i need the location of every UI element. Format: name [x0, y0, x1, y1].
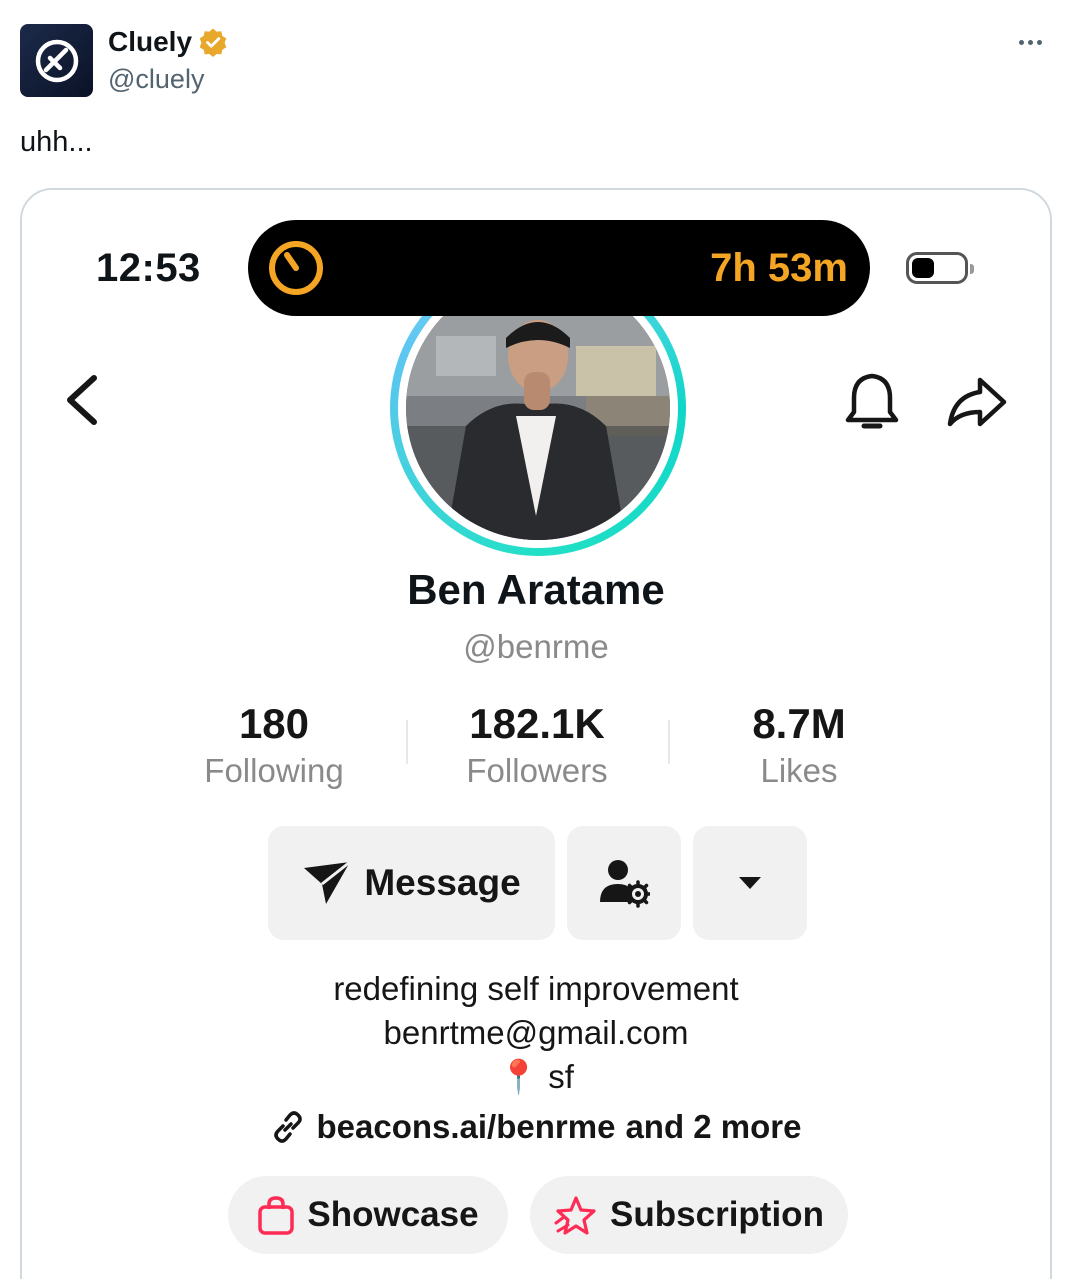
verified-badge-icon: [199, 28, 227, 57]
stat-divider: [668, 720, 670, 764]
bio-links[interactable]: beacons.ai/benrme and 2 more: [22, 1108, 1050, 1146]
showcase-button[interactable]: Showcase: [228, 1176, 508, 1254]
timer-icon: [269, 241, 323, 295]
send-icon: [304, 860, 352, 904]
more-icon[interactable]: [1010, 28, 1050, 56]
status-time: 12:53: [96, 246, 201, 290]
tweet-media[interactable]: 12:53 7h 53m Ben Aratame @benrme 180 Fol…: [20, 188, 1052, 1279]
stat-followers-label: Followers: [466, 752, 608, 789]
bio-more-links[interactable]: and 2 more: [625, 1108, 801, 1146]
stat-divider: [406, 720, 408, 764]
stat-following-label: Following: [204, 752, 344, 789]
back-button[interactable]: [60, 372, 104, 428]
pin-icon: 📍: [498, 1058, 540, 1095]
subscription-label: Subscription: [610, 1195, 824, 1234]
stat-likes[interactable]: 8.7M Likes: [689, 700, 909, 790]
star-icon: [554, 1196, 596, 1235]
cluely-logo-mark: [35, 39, 78, 82]
tweet-text: uhh...: [20, 126, 93, 158]
bio-link[interactable]: beacons.ai/benrme: [316, 1108, 615, 1146]
subscription-button[interactable]: Subscription: [530, 1176, 848, 1254]
author-handle[interactable]: @cluely: [108, 64, 204, 95]
profile-name: Ben Aratame: [407, 566, 665, 613]
timer-text: 7h 53m: [710, 245, 848, 290]
notification-button[interactable]: [844, 372, 900, 434]
battery-icon: [906, 252, 974, 284]
profile-handle: @benrme: [463, 628, 609, 665]
message-button[interactable]: Message: [268, 826, 555, 940]
bio-email: benrtme@gmail.com: [383, 1014, 689, 1051]
share-icon: [947, 377, 1007, 427]
showcase-label: Showcase: [307, 1195, 479, 1234]
suggested-accounts-button[interactable]: [693, 826, 807, 940]
bio-location-text: sf: [548, 1058, 574, 1095]
stat-following-value: 180: [238, 700, 310, 747]
bio-location: 📍 sf: [22, 1058, 1050, 1097]
link-icon: [274, 1111, 303, 1143]
bag-icon: [258, 1196, 295, 1235]
share-button[interactable]: [944, 374, 1008, 432]
stat-likes-value: 8.7M: [752, 700, 846, 747]
person-gear-icon: [600, 860, 650, 908]
caret-down-icon: [739, 877, 761, 889]
dynamic-island[interactable]: 7h 53m: [248, 220, 870, 316]
author-name[interactable]: Cluely: [108, 26, 228, 58]
cluely-logo[interactable]: [20, 24, 93, 97]
bio-line: redefining self improvement: [333, 970, 739, 1007]
message-button-label: Message: [364, 862, 521, 903]
stat-likes-label: Likes: [760, 752, 838, 789]
stat-followers[interactable]: 182.1K Followers: [427, 700, 647, 790]
stat-followers-value: 182.1K: [469, 700, 605, 747]
follow-settings-button[interactable]: [567, 826, 681, 940]
stat-following[interactable]: 180 Following: [164, 700, 384, 790]
author-name-text[interactable]: Cluely: [108, 26, 192, 58]
back-icon: [67, 375, 97, 425]
bell-icon: [845, 373, 899, 429]
